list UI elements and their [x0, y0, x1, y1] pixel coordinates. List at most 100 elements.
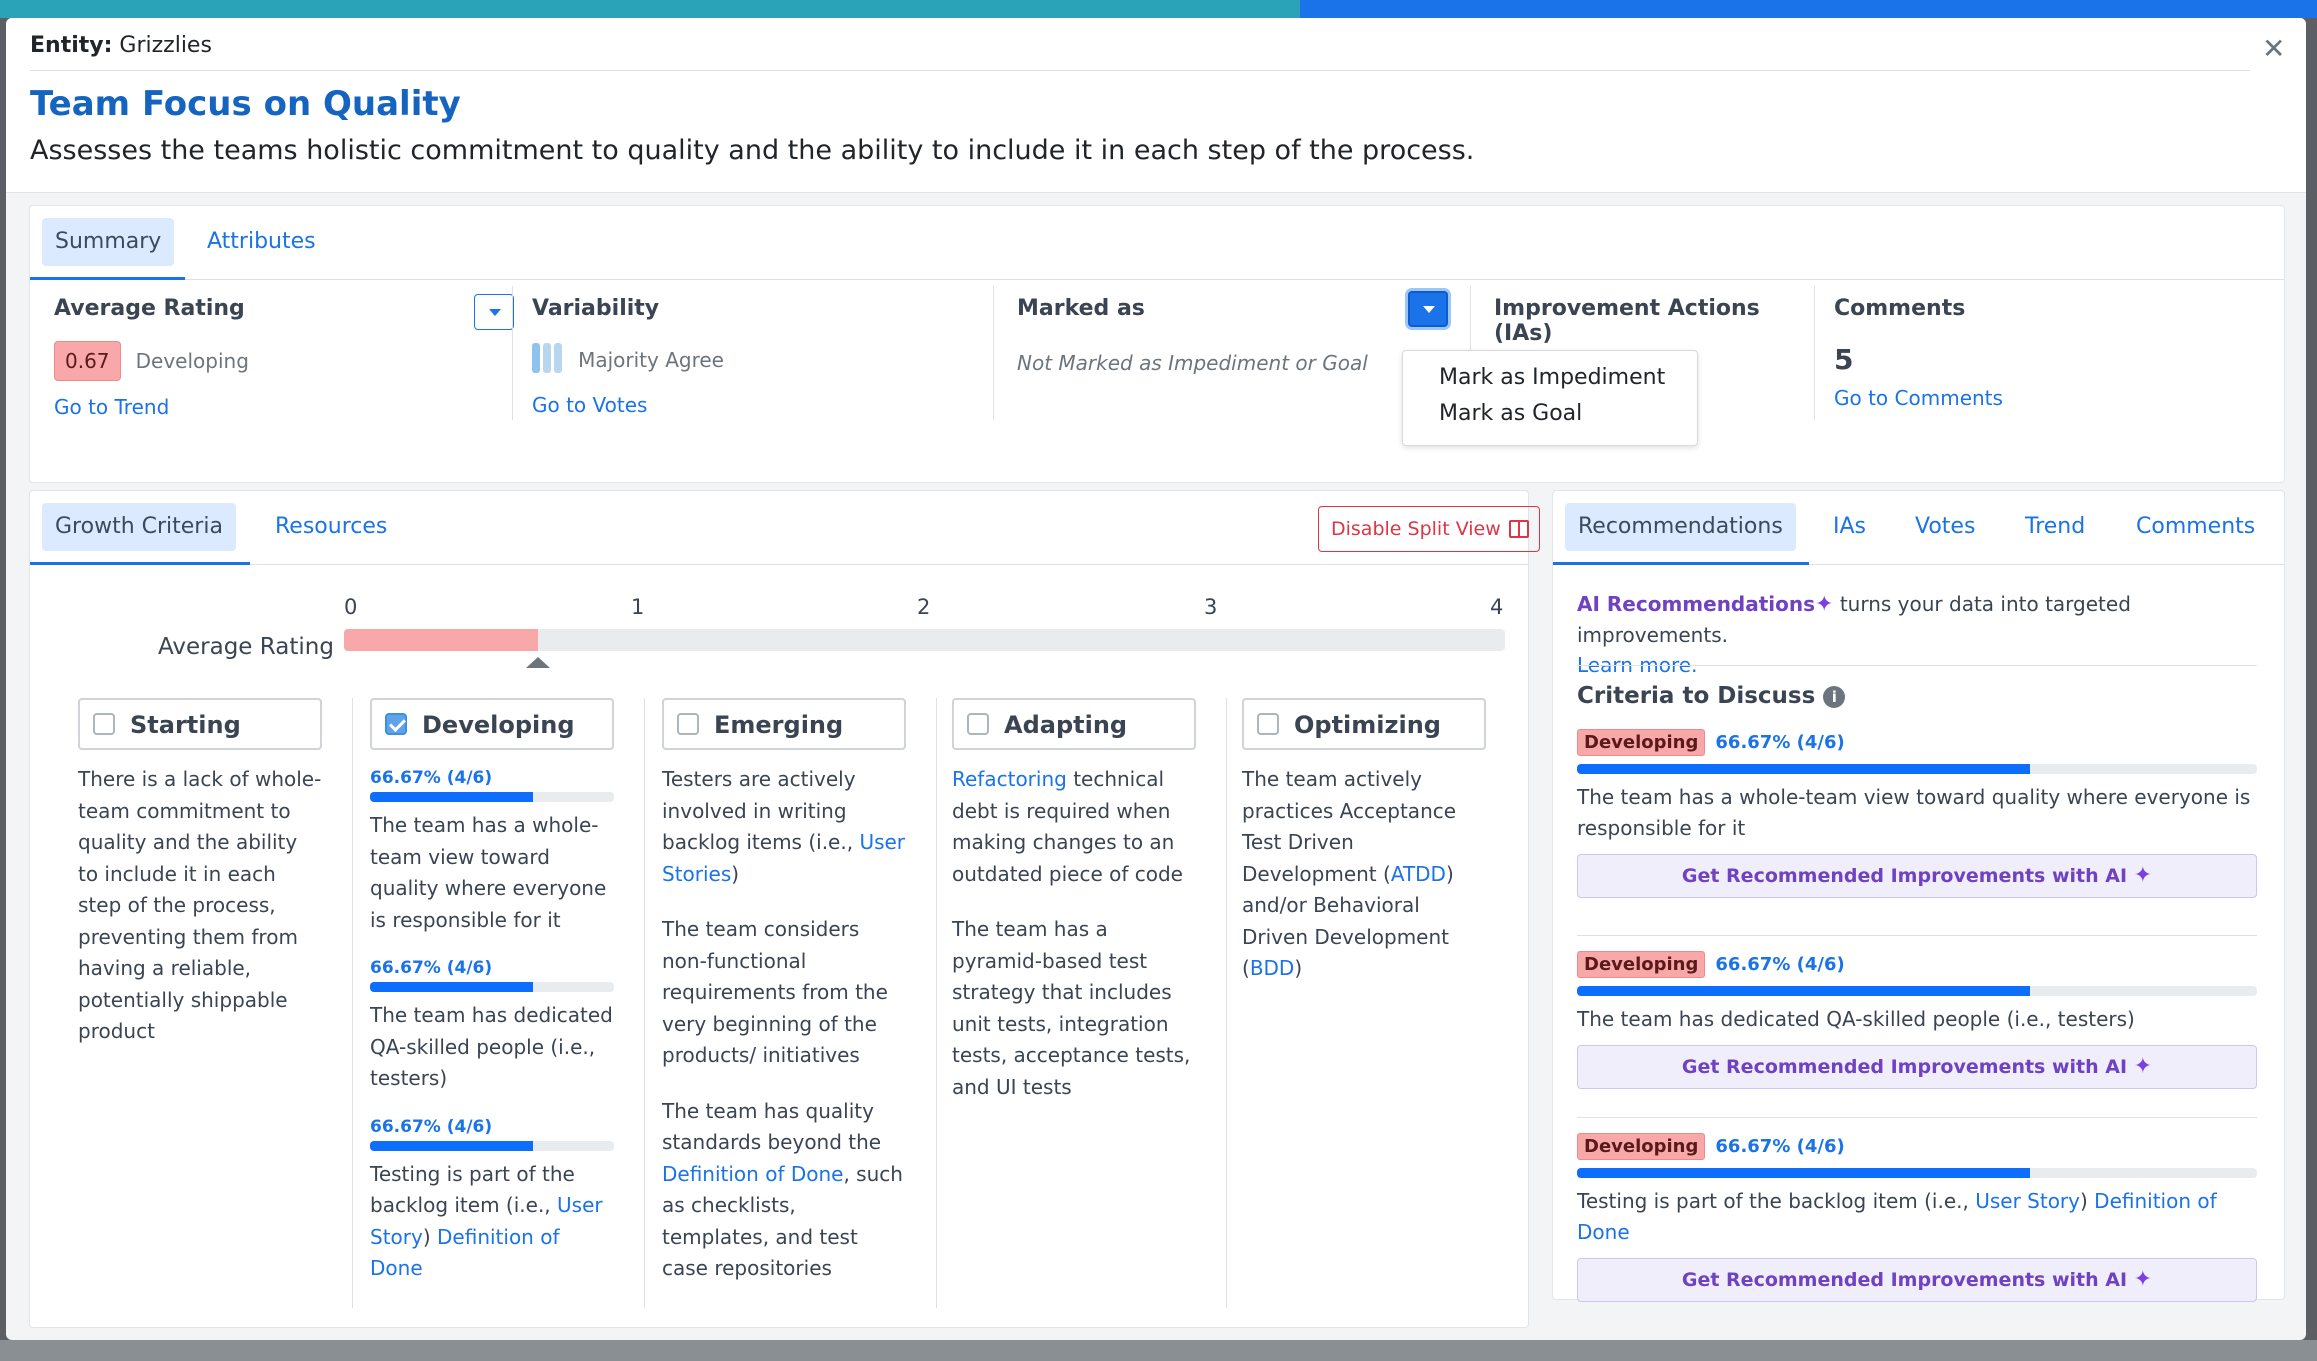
go-to-comments-link[interactable]: Go to Comments — [1834, 386, 2003, 410]
info-icon[interactable]: i — [1823, 685, 1846, 708]
tab-growth-criteria[interactable]: Growth Criteria — [42, 503, 236, 551]
go-to-votes-link[interactable]: Go to Votes — [532, 393, 647, 417]
variability-section: Variability Majority Agree Go to Votes — [532, 296, 724, 417]
right-tabs: Recommendations IAs Votes Trend Comments — [1553, 491, 2284, 565]
tab-trend[interactable]: Trend — [2012, 503, 2098, 551]
checkbox-icon — [1257, 713, 1279, 735]
level-adapting-checkbox[interactable]: Adapting — [952, 698, 1196, 750]
progress-fill — [370, 1140, 533, 1151]
progress-fill — [1577, 1168, 2031, 1178]
rating-badge: 0.67 — [54, 341, 121, 381]
scale-tick: 0 — [344, 595, 358, 619]
mark-as-goal-item[interactable]: Mark as Goal — [1439, 401, 1582, 426]
rating-level: Developing — [135, 349, 249, 373]
progress-fill — [1577, 986, 2031, 996]
level-emerging-checkbox[interactable]: Emerging — [662, 698, 906, 750]
user-story-link[interactable]: User Story — [1975, 1189, 2080, 1213]
level-adapting: Adapting Refactoring technical debt is r… — [952, 698, 1196, 1103]
level-developing: Developing 66.67% (4/6) The team has a w… — [370, 698, 614, 1285]
sparkle-icon: ✦ — [2133, 863, 2153, 888]
growth-criteria-card: Growth Criteria Resources Disable Split … — [29, 490, 1540, 1328]
rating-marker-icon — [526, 657, 551, 668]
close-icon[interactable]: ✕ — [2262, 32, 2285, 65]
checkbox-icon — [967, 713, 989, 735]
criterion-item: 66.67% (4/6) Testing is part of the back… — [370, 1117, 614, 1285]
criteria-modal: Entity: Grizzlies ✕ Team Focus on Qualit… — [6, 18, 2306, 1340]
disable-split-view-button[interactable]: Disable Split View — [1318, 506, 1540, 552]
progress-fill — [370, 982, 533, 992]
tab-comments[interactable]: Comments — [2123, 503, 2268, 551]
split-view-icon — [1509, 520, 1529, 538]
chevron-down-icon — [489, 309, 501, 316]
recommendation-item: Developing 66.67% (4/6) The team has dedi… — [1577, 951, 2257, 1089]
level-starting-text: There is a lack of whole-team commitment… — [78, 767, 322, 1043]
status-badge: Developing — [1577, 1133, 1706, 1160]
tab-summary[interactable]: Summary — [42, 218, 175, 266]
mark-as-impediment-item[interactable]: Mark as Impediment — [1439, 365, 1665, 390]
bdd-link[interactable]: BDD — [1250, 956, 1295, 980]
modal-header: Entity: Grizzlies ✕ Team Focus on Qualit… — [6, 18, 2306, 193]
tab-recommendations[interactable]: Recommendations — [1565, 503, 1796, 551]
entity-line: Entity: Grizzlies — [30, 33, 212, 58]
tab-ias[interactable]: IAs — [1820, 503, 1879, 551]
rating-fill — [344, 629, 539, 651]
scale-tick: 1 — [631, 595, 645, 619]
variability-bars-icon — [532, 343, 565, 377]
tab-votes[interactable]: Votes — [1902, 503, 1988, 551]
level-starting-checkbox[interactable]: Starting — [78, 698, 322, 750]
sparkle-icon: ✦ — [2133, 1054, 2153, 1079]
sparkle-icon: ✦ — [1815, 592, 1834, 617]
recommendations-card: Recommendations IAs Votes Trend Comments… — [1552, 490, 2285, 1302]
progress-fill — [370, 792, 533, 802]
criterion-item: 66.67% (4/6) The team has a whole-team v… — [370, 768, 614, 936]
summary-card: Summary Attributes Average Rating 0.67 D… — [29, 205, 2285, 483]
status-badge: Developing — [1577, 951, 1706, 978]
scale-tick: 2 — [917, 595, 931, 619]
marked-as-dropdown-button[interactable] — [1408, 291, 1448, 327]
chevron-down-icon — [1423, 306, 1435, 313]
get-ai-improvements-button[interactable]: Get Recommended Improvements with AI ✦ — [1577, 854, 2257, 898]
page-subtitle: Assesses the teams holistic commitment t… — [30, 135, 1475, 166]
comments-count: 5 — [1834, 343, 1854, 376]
scale-tick: 3 — [1204, 595, 1218, 619]
criteria-heading: Criteria to Discuss i — [1577, 683, 1846, 709]
page-title: Team Focus on Quality — [30, 84, 461, 124]
scale-label: Average Rating — [158, 634, 334, 660]
definition-of-done-link[interactable]: Definition of Done — [662, 1162, 843, 1186]
atdd-link[interactable]: ATDD — [1391, 862, 1446, 886]
level-starting: Starting There is a lack of whole-team c… — [78, 698, 322, 1048]
rating-dropdown-button[interactable] — [474, 294, 514, 330]
marked-as-menu: Mark as Impediment Mark as Goal — [1402, 350, 1698, 446]
comments-section: Comments 5 Go to Comments — [1834, 296, 2234, 410]
checkbox-icon — [93, 713, 115, 735]
checkbox-icon — [385, 713, 407, 735]
tab-attributes[interactable]: Attributes — [194, 218, 329, 266]
sparkle-icon: ✦ — [2133, 1267, 2153, 1292]
checkbox-icon — [677, 713, 699, 735]
variability-value: Majority Agree — [578, 348, 724, 372]
get-ai-improvements-button[interactable]: Get Recommended Improvements with AI ✦ — [1577, 1045, 2257, 1089]
entity-name: Grizzlies — [119, 33, 212, 58]
go-to-trend-link[interactable]: Go to Trend — [54, 395, 169, 419]
scale-tick: 4 — [1490, 595, 1504, 619]
tab-resources[interactable]: Resources — [262, 503, 400, 551]
level-optimizing: Optimizing The team actively practices A… — [1242, 698, 1486, 985]
improvement-actions-section: Improvement Actions (IAs) — [1494, 296, 1760, 346]
backdrop-header — [0, 0, 2317, 18]
level-developing-checkbox[interactable]: Developing — [370, 698, 614, 750]
criterion-item: 66.67% (4/6) The team has dedicated QA-s… — [370, 958, 614, 1090]
summary-tabs: Summary Attributes — [30, 206, 2284, 280]
recommendation-item: Developing 66.67% (4/6) Testing is part o… — [1577, 1133, 2257, 1302]
marked-as-section: Marked as Not Marked as Impediment or Go… — [1017, 296, 1457, 375]
ai-intro: AI Recommendations✦ turns your data into… — [1577, 592, 2131, 677]
progress-fill — [1577, 764, 2031, 774]
level-emerging: Emerging Testers are actively involved i… — [662, 698, 906, 1285]
average-rating-section: Average Rating 0.67 Developing Go to Tre… — [54, 294, 514, 419]
refactoring-link[interactable]: Refactoring — [952, 767, 1067, 791]
marked-as-value: Not Marked as Impediment or Goal — [1017, 351, 1368, 375]
level-optimizing-checkbox[interactable]: Optimizing — [1242, 698, 1486, 750]
get-ai-improvements-button[interactable]: Get Recommended Improvements with AI ✦ — [1577, 1258, 2257, 1302]
ai-recommendations-title: AI Recommendations — [1577, 592, 1816, 616]
growth-tabs: Growth Criteria Resources Disable Split … — [30, 491, 1540, 565]
rating-track — [344, 629, 1505, 651]
